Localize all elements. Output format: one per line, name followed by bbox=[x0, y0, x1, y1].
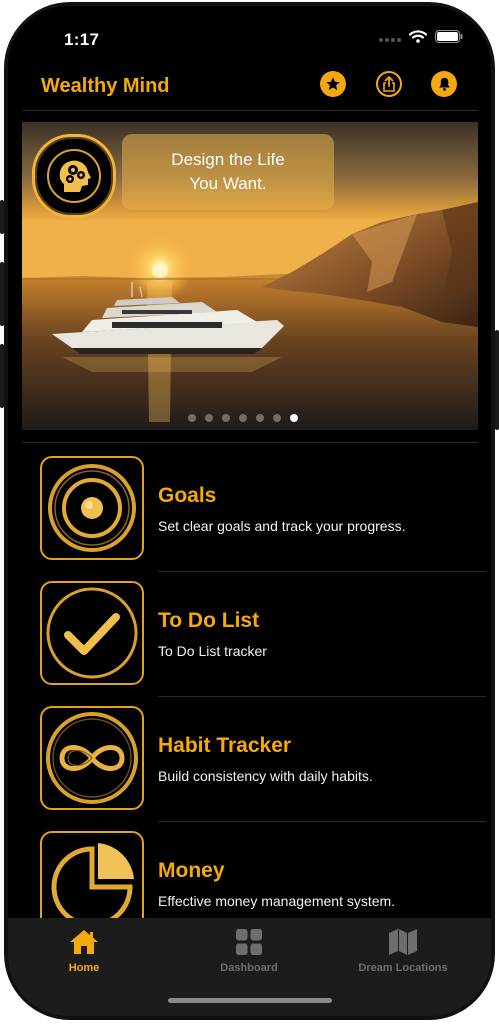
tab-label: Dream Locations bbox=[358, 962, 448, 974]
hero-quote-line2: You Want. bbox=[189, 174, 267, 193]
brain-logo bbox=[32, 134, 116, 218]
notifications-button[interactable] bbox=[431, 71, 457, 97]
phone-frame: 1:17 Wealthy Mind Design the Life You Wa… bbox=[0, 0, 499, 1024]
battery-icon bbox=[435, 30, 463, 43]
status-icons bbox=[379, 30, 463, 43]
hero-quote: Design the Life You Want. bbox=[122, 134, 334, 210]
grid-icon bbox=[236, 929, 262, 955]
row-subtitle: To Do List tracker bbox=[158, 643, 267, 659]
row-subtitle: Effective money management system. bbox=[158, 893, 396, 909]
feature-row-habit[interactable]: Habit Tracker Build consistency with dai… bbox=[40, 706, 486, 822]
wifi-icon bbox=[409, 30, 427, 43]
row-subtitle: Set clear goals and track your progress. bbox=[158, 518, 406, 534]
tab-dashboard[interactable]: Dashboard bbox=[204, 928, 294, 974]
screen: 1:17 Wealthy Mind Design the Life You Wa… bbox=[8, 6, 491, 1016]
hero-quote-line1: Design the Life bbox=[171, 150, 285, 169]
bell-icon bbox=[438, 77, 450, 91]
carousel-dot[interactable] bbox=[222, 414, 230, 422]
feature-row-goals[interactable]: Goals Set clear goals and track your pro… bbox=[40, 456, 486, 572]
carousel-dot[interactable] bbox=[256, 414, 264, 422]
row-separator bbox=[158, 571, 486, 572]
row-separator bbox=[158, 821, 486, 822]
row-subtitle: Build consistency with daily habits. bbox=[158, 768, 373, 784]
favorites-button[interactable] bbox=[320, 71, 346, 97]
carousel-dot[interactable] bbox=[188, 414, 196, 422]
signal-icon bbox=[379, 37, 401, 42]
carousel-dot[interactable] bbox=[205, 414, 213, 422]
map-icon bbox=[389, 929, 417, 955]
share-icon bbox=[383, 76, 395, 92]
row-title: Habit Tracker bbox=[158, 734, 292, 757]
carousel-page-indicator[interactable] bbox=[188, 414, 298, 422]
house-icon bbox=[70, 930, 98, 954]
target-icon bbox=[48, 464, 136, 552]
hero-carousel[interactable]: Design the Life You Want. bbox=[22, 122, 478, 430]
todo-tile bbox=[40, 581, 144, 685]
habit-tile bbox=[40, 706, 144, 810]
carousel-dot[interactable] bbox=[273, 414, 281, 422]
share-button[interactable] bbox=[376, 71, 402, 97]
brain-gears-icon bbox=[47, 149, 101, 203]
header-divider bbox=[22, 110, 478, 111]
hero-divider bbox=[22, 442, 478, 443]
row-title: Money bbox=[158, 859, 225, 882]
tab-label: Home bbox=[68, 962, 100, 974]
carousel-dot-active[interactable] bbox=[290, 414, 298, 422]
feature-row-todo[interactable]: To Do List To Do List tracker bbox=[40, 581, 486, 697]
tab-label: Dashboard bbox=[220, 962, 278, 974]
home-indicator[interactable] bbox=[168, 998, 332, 1003]
row-separator bbox=[158, 696, 486, 697]
status-time: 1:17 bbox=[64, 30, 100, 49]
carousel-dot[interactable] bbox=[239, 414, 247, 422]
power-button bbox=[495, 330, 499, 430]
tab-home[interactable]: Home bbox=[44, 928, 124, 974]
goals-tile bbox=[40, 456, 144, 560]
row-title: To Do List bbox=[158, 609, 260, 632]
tab-dream-locations[interactable]: Dream Locations bbox=[348, 928, 458, 974]
app-title: Wealthy Mind bbox=[41, 75, 170, 97]
infinity-icon bbox=[46, 712, 138, 804]
row-title: Goals bbox=[158, 484, 217, 507]
star-icon bbox=[326, 77, 340, 90]
checkmark-icon bbox=[46, 587, 138, 679]
